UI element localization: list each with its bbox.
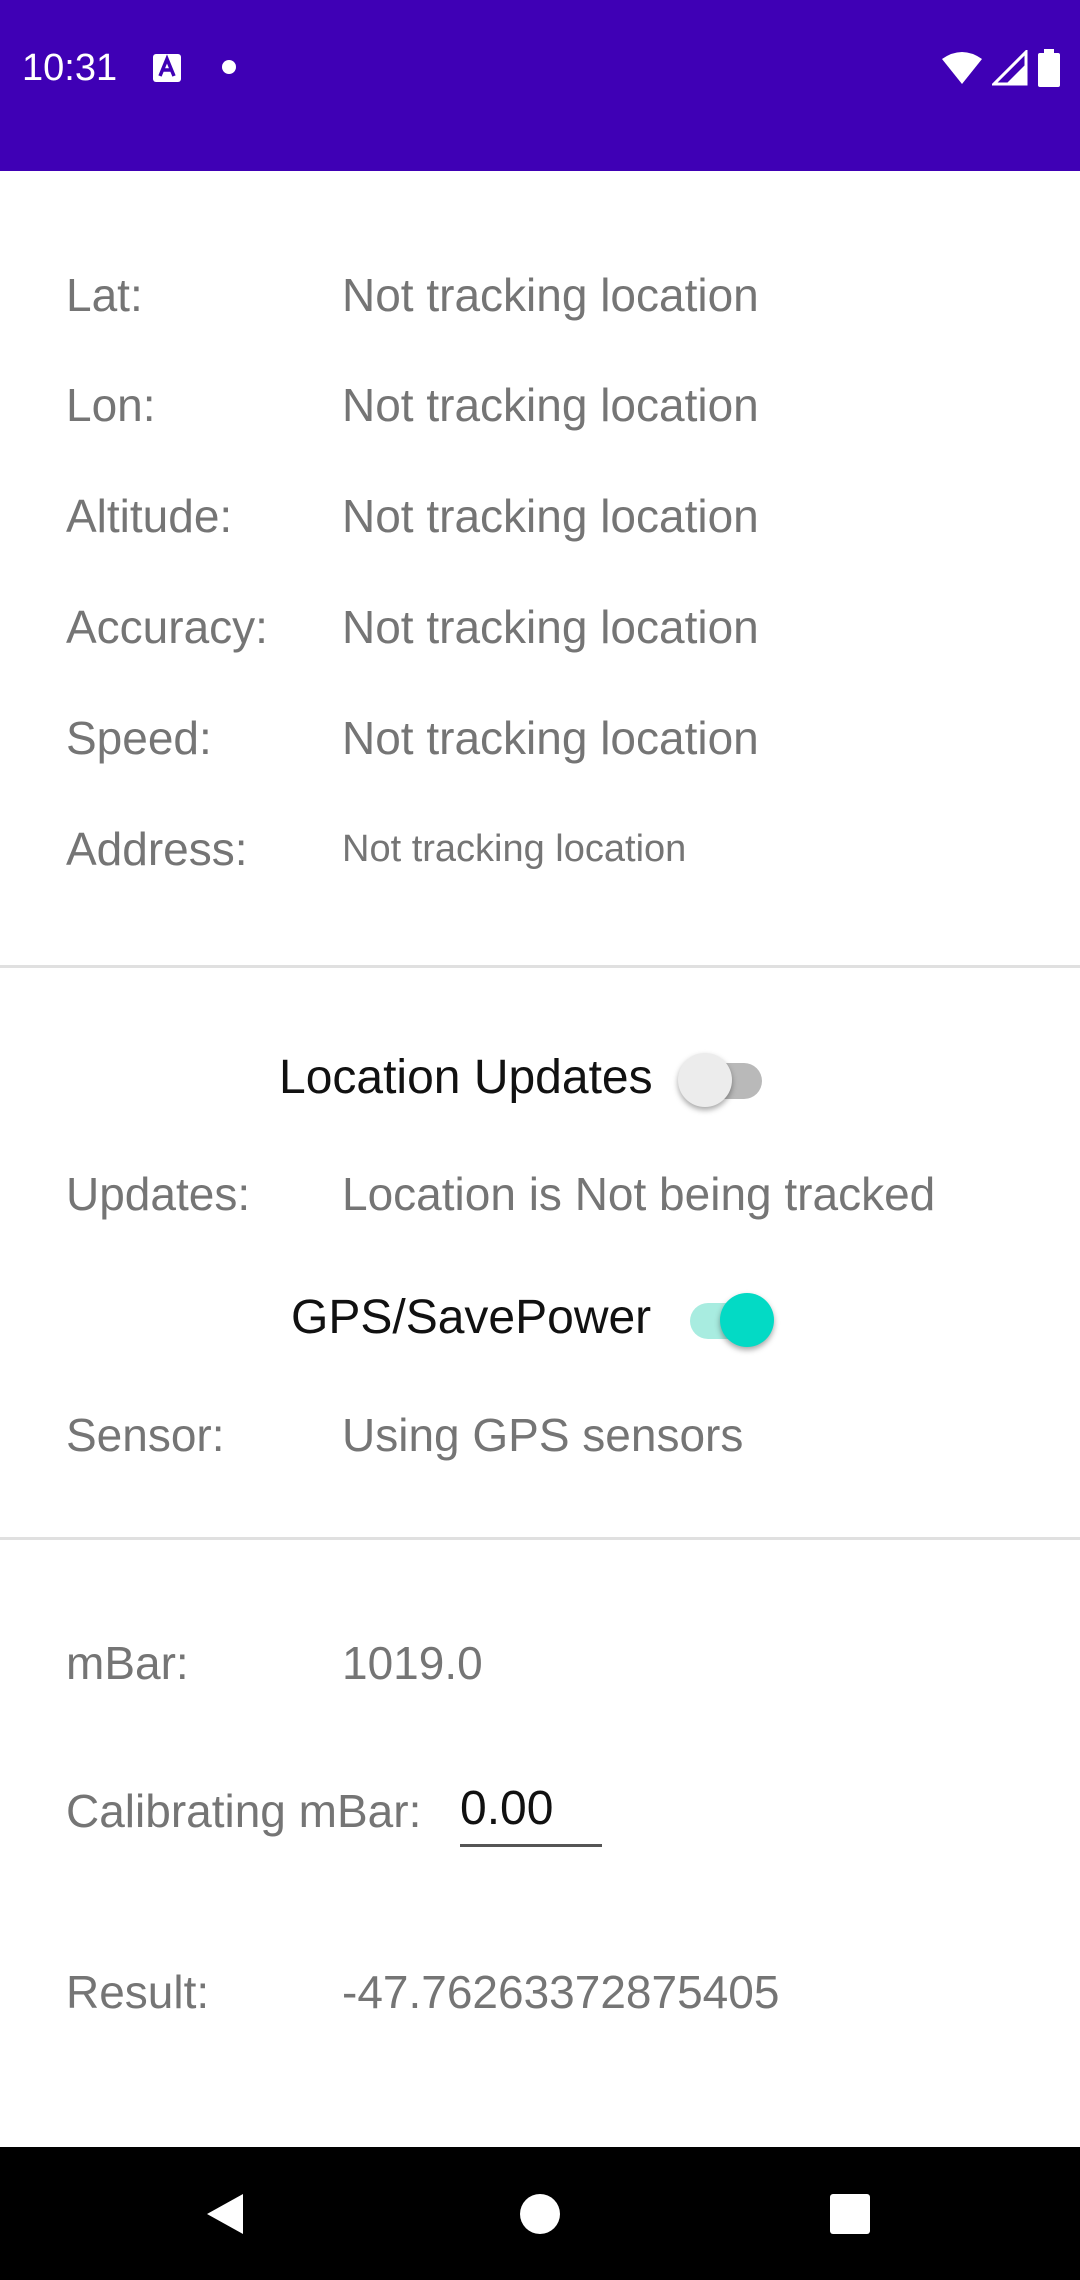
accuracy-label: Accuracy: [66, 601, 268, 653]
location-updates-label: Location Updates [279, 1051, 653, 1104]
divider-location [0, 965, 1080, 968]
wifi-icon [942, 52, 982, 84]
speed-row: Speed: Not tracking location [0, 703, 1080, 773]
navigation-bar [0, 2147, 1080, 2280]
back-button[interactable] [165, 2147, 285, 2280]
switch-thumb [720, 1293, 774, 1347]
lon-label: Lon: [66, 379, 156, 431]
lon-row: Lon: Not tracking location [0, 370, 1080, 440]
keyboard-a-icon [153, 54, 181, 82]
gps-savepower-switch[interactable] [682, 1284, 774, 1347]
status-time: 10:31 [22, 47, 118, 89]
lat-value: Not tracking location [342, 269, 759, 321]
recents-square-icon [830, 2193, 870, 2234]
updates-row: Updates: Location is Not being tracked [0, 1159, 1080, 1229]
mbar-value: 1019.0 [342, 1637, 483, 1689]
notification-dot-icon [222, 60, 236, 74]
cell-signal-icon [992, 50, 1028, 86]
address-label: Address: [66, 823, 248, 875]
mbar-label: mBar: [66, 1637, 189, 1689]
status-icons [942, 48, 1060, 88]
altitude-label: Altitude: [66, 490, 233, 542]
altitude-row: Altitude: Not tracking location [0, 481, 1080, 551]
sensor-label: Sensor: [66, 1409, 225, 1461]
recents-button[interactable] [790, 2147, 910, 2280]
lon-value: Not tracking location [342, 379, 759, 431]
altitude-value: Not tracking location [342, 490, 759, 542]
calibrating-label: Calibrating mBar: [66, 1785, 422, 1837]
sensor-value: Using GPS sensors [342, 1409, 744, 1461]
gps-savepower-label: GPS/SavePower [291, 1291, 652, 1344]
mbar-row: mBar: 1019.0 [0, 1628, 1080, 1698]
gps-savepower-row: GPS/SavePower [0, 1278, 1080, 1358]
accuracy-row: Accuracy: Not tracking location [0, 592, 1080, 662]
accuracy-value: Not tracking location [342, 601, 759, 653]
updates-label: Updates: [66, 1168, 251, 1220]
location-updates-row: Location Updates [0, 1038, 1080, 1118]
result-value: -47.76263372875405 [342, 1966, 780, 2018]
result-row: Result: -47.76263372875405 [0, 1957, 1080, 2027]
lat-row: Lat: Not tracking location [0, 260, 1080, 330]
address-value: Not tracking location [342, 828, 687, 870]
home-button[interactable] [480, 2147, 600, 2280]
back-triangle-icon [207, 2193, 243, 2234]
calibrating-row: Calibrating mBar: [0, 1772, 1080, 1852]
result-label: Result: [66, 1966, 210, 2018]
divider-controls [0, 1537, 1080, 1540]
home-circle-icon [520, 2193, 560, 2234]
calibrating-mbar-input[interactable] [460, 1772, 602, 1847]
status-bar: 10:31 [0, 0, 1080, 171]
speed-value: Not tracking location [342, 712, 759, 764]
location-updates-switch[interactable] [678, 1044, 768, 1107]
speed-label: Speed: [66, 712, 212, 764]
switch-thumb [678, 1053, 732, 1107]
sensor-row: Sensor: Using GPS sensors [0, 1400, 1080, 1470]
battery-icon [1038, 49, 1060, 87]
lat-label: Lat: [66, 269, 143, 321]
address-row: Address: Not tracking location [0, 814, 1080, 884]
updates-value: Location is Not being tracked [342, 1168, 936, 1220]
